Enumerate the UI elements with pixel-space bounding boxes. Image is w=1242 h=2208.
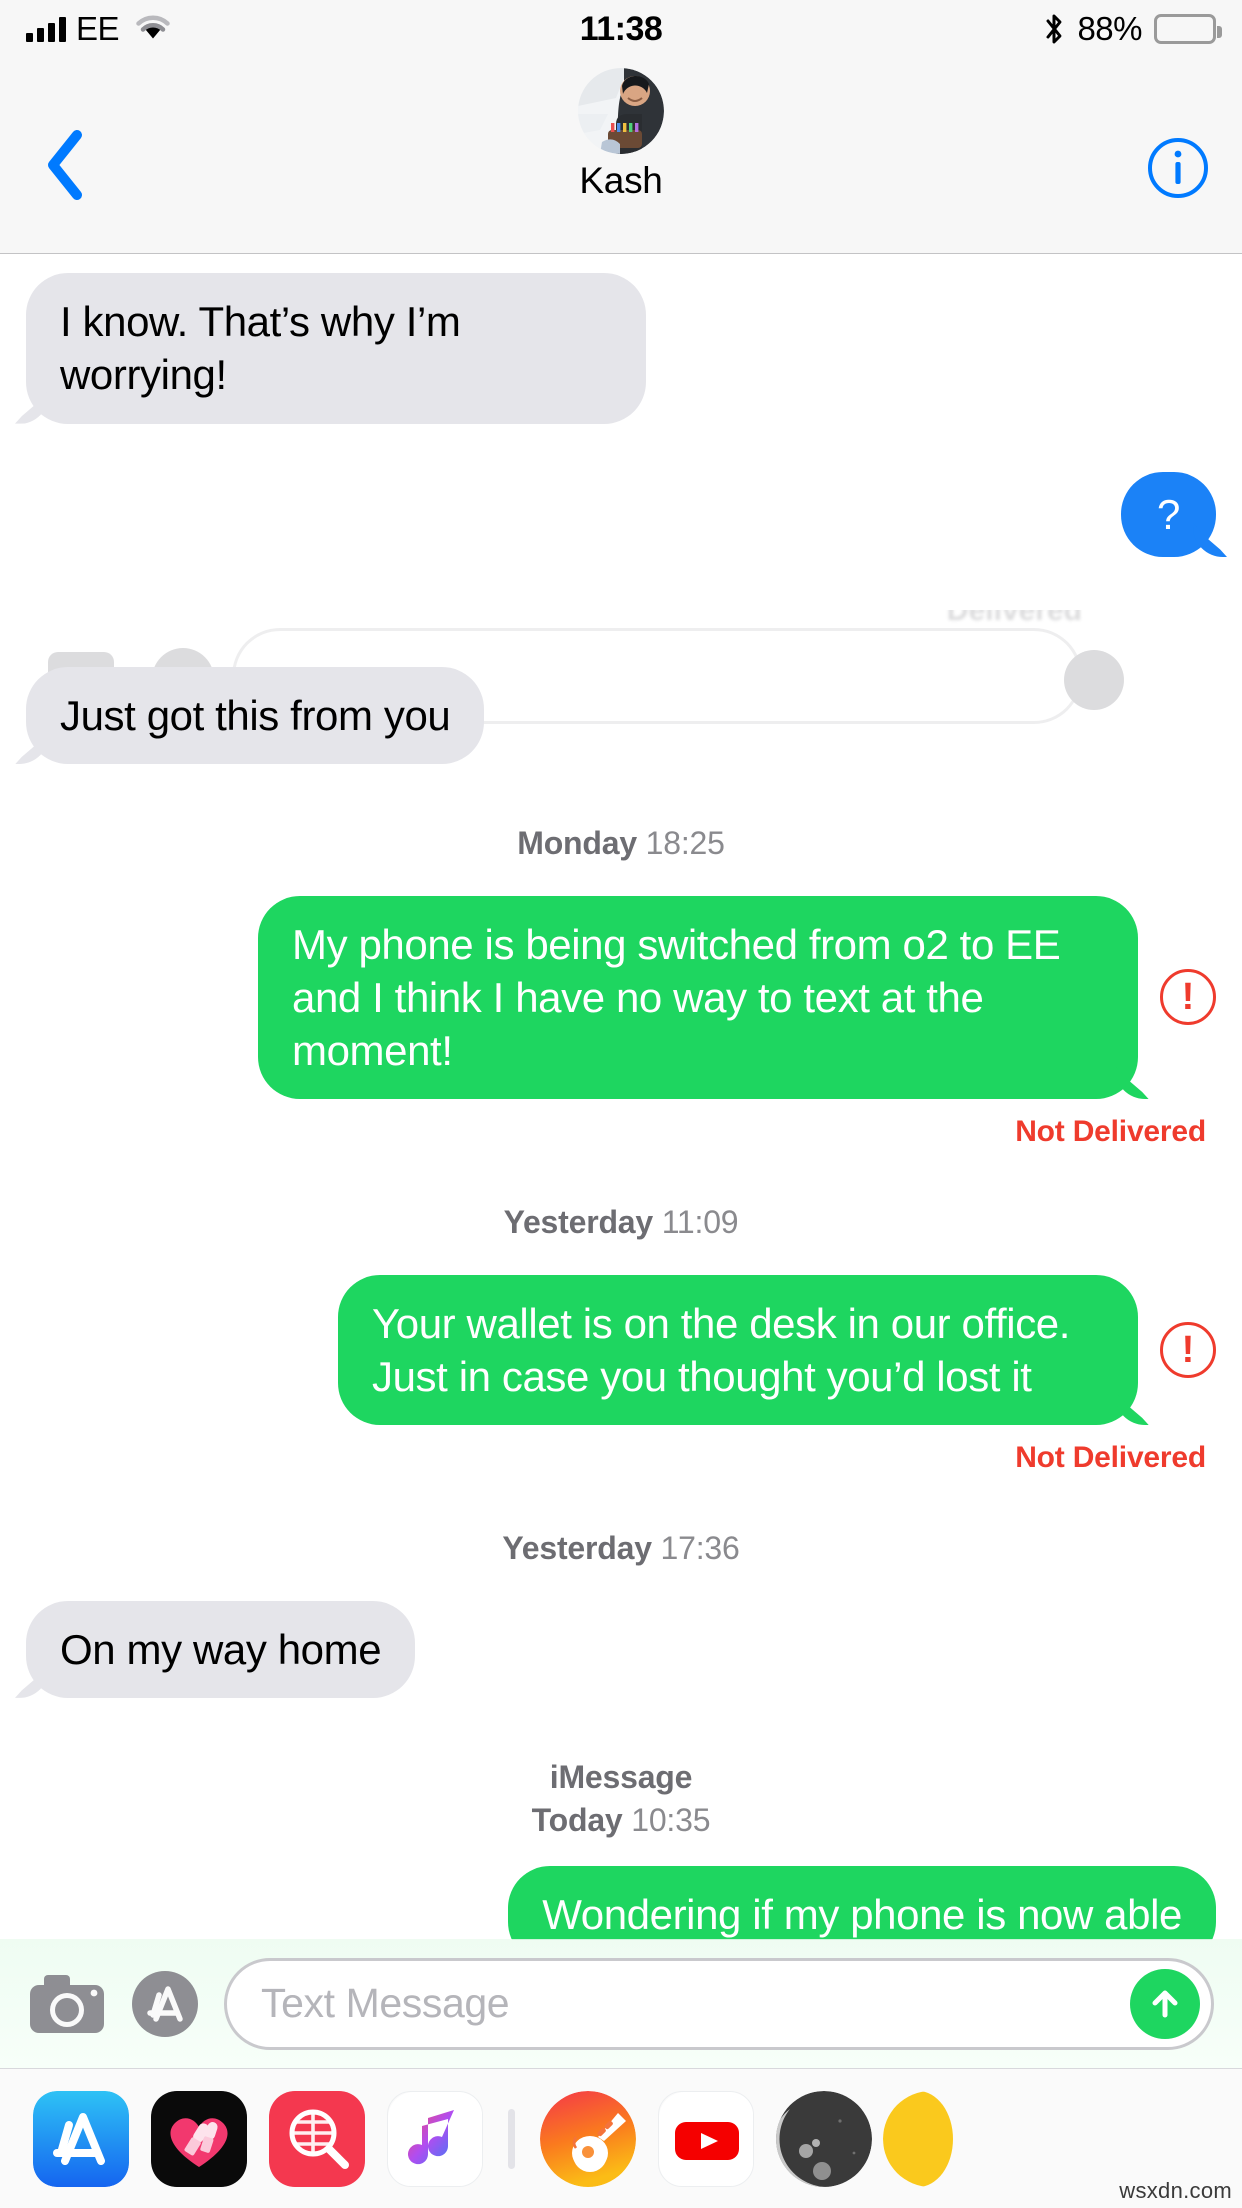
dock-app-yellow[interactable] xyxy=(883,2089,953,2189)
carrier-label: EE xyxy=(76,10,120,47)
send-button[interactable] xyxy=(1130,1968,1200,2039)
dock-app-beauty[interactable] xyxy=(140,2089,258,2189)
app-store-icon[interactable] xyxy=(132,1970,198,2037)
message-bubble-sent[interactable]: Your wallet is on the desk in our office… xyxy=(338,1274,1138,1426)
yellow-circle-icon xyxy=(883,2090,953,2187)
divider-service-label: iMessage xyxy=(549,1758,693,1795)
not-delivered-error-icon[interactable]: ! xyxy=(1160,969,1216,1026)
bluetooth-icon xyxy=(1043,13,1065,45)
youtube-play-icon xyxy=(658,2090,754,2187)
message-bubble-sent[interactable]: My phone is being switched from o2 to EE… xyxy=(258,895,1138,1100)
timestamp-divider: Monday 18:25 xyxy=(0,822,1242,865)
dock-app-app-store[interactable] xyxy=(22,2089,140,2189)
dock-app-dark-sphere[interactable] xyxy=(765,2089,883,2189)
divider-day-label: Today xyxy=(531,1802,623,1839)
camera-icon[interactable] xyxy=(28,1973,106,2035)
guitar-icon xyxy=(540,2090,636,2187)
contact-name-label: Kash xyxy=(579,160,663,201)
dock-app-image-search[interactable] xyxy=(258,2089,376,2189)
message-row[interactable]: Your wallet is on the desk in our office… xyxy=(0,1274,1242,1426)
message-text-field[interactable]: Text Message xyxy=(224,1957,1214,2050)
message-status-label: Not Delivered xyxy=(1015,1115,1206,1149)
message-bubble-sent[interactable]: ? xyxy=(1121,471,1216,557)
message-row[interactable]: ? xyxy=(0,471,1242,557)
dock-app-apple-music[interactable] xyxy=(376,2089,494,2189)
divider-day-label: Monday xyxy=(517,825,637,862)
message-bubble-sent[interactable]: Wondering if my phone is now able xyxy=(508,1866,1216,1940)
message-bubble-received[interactable]: I know. That’s why I’m worrying! xyxy=(26,273,646,424)
watermark-label: wsxdn.com xyxy=(1119,2178,1232,2203)
message-list[interactable]: I know. That’s why I’m worrying! ? Deliv… xyxy=(0,255,1242,1940)
heart-lipstick-icon xyxy=(151,2090,247,2187)
divider-time-label: 11:09 xyxy=(661,1204,739,1241)
dock-divider xyxy=(508,2108,515,2169)
battery-icon xyxy=(1154,14,1222,44)
delivered-status-label: Delivered xyxy=(946,610,1082,627)
cellular-bars-icon xyxy=(26,16,66,42)
divider-time-label: 18:25 xyxy=(645,825,725,862)
message-input-bar[interactable]: Text Message xyxy=(0,1939,1242,2069)
message-row[interactable]: On my way home xyxy=(0,1600,1242,1698)
message-status-label: Not Delivered xyxy=(1015,1441,1206,1475)
battery-percent-label: 88% xyxy=(1077,10,1142,47)
navigation-bar: Kash xyxy=(0,58,1242,254)
dock-app-youtube[interactable] xyxy=(647,2089,765,2189)
magnifier-grid-icon xyxy=(269,2090,365,2187)
message-bubble-received[interactable]: On my way home xyxy=(26,1600,416,1698)
music-note-icon xyxy=(387,2090,483,2187)
divider-day-label: Yesterday xyxy=(503,1204,654,1241)
timestamp-divider: Yesterday 11:09 xyxy=(0,1201,1242,1244)
not-delivered-error-icon[interactable]: ! xyxy=(1160,1322,1216,1378)
status-bar-left: EE xyxy=(26,10,171,48)
wifi-icon xyxy=(135,13,171,46)
conversation-header[interactable]: Kash xyxy=(0,68,1242,202)
divider-time-label: 17:36 xyxy=(660,1530,740,1567)
message-row[interactable]: I know. That’s why I’m worrying! xyxy=(0,273,1242,424)
message-input-placeholder: Text Message xyxy=(261,1980,510,2026)
moon-icon xyxy=(776,2090,872,2187)
dock-app-garageband[interactable] xyxy=(529,2089,647,2189)
timestamp-divider: iMessage Today 10:35 xyxy=(0,1756,1242,1842)
message-row[interactable]: My phone is being switched from o2 to EE… xyxy=(0,895,1242,1100)
timestamp-divider: Yesterday 17:36 xyxy=(0,1527,1242,1570)
contact-avatar[interactable] xyxy=(578,68,664,154)
app-dock[interactable]: wsxdn.com xyxy=(0,2069,1242,2208)
divider-day-label: Yesterday xyxy=(502,1530,652,1567)
divider-time-label: 10:35 xyxy=(631,1802,711,1839)
message-row[interactable]: Just got this from you xyxy=(0,666,1242,765)
status-bar: EE 11:38 88% xyxy=(0,0,1242,58)
status-bar-right: 88% xyxy=(1043,10,1222,48)
message-bubble-received[interactable]: Just got this from you xyxy=(26,666,485,765)
app-store-icon xyxy=(33,2090,129,2187)
info-button[interactable] xyxy=(1146,136,1210,200)
message-row[interactable]: Wondering if my phone is now able xyxy=(0,1866,1242,1940)
